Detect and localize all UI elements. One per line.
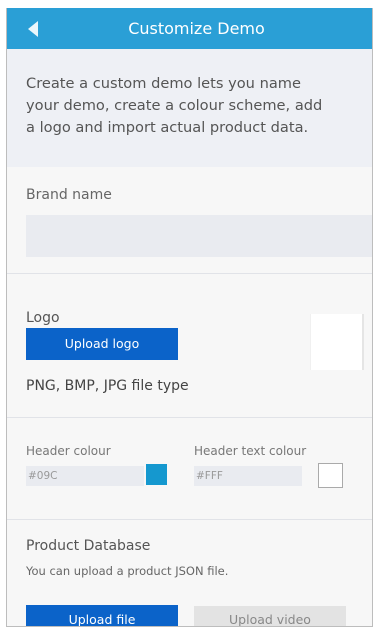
upload-logo-button[interactable]: Upload logo bbox=[26, 328, 178, 360]
intro-line-2: your demo, create a colour scheme, add bbox=[26, 97, 323, 114]
product-database-title: Product Database bbox=[26, 538, 151, 554]
header-colour-field[interactable]: #09C bbox=[26, 466, 144, 486]
header-colour-swatch[interactable] bbox=[146, 464, 167, 485]
intro-text: Create a custom demo lets you name your … bbox=[7, 49, 372, 167]
brand-name-input[interactable] bbox=[26, 215, 372, 257]
logo-label: Logo bbox=[26, 310, 60, 326]
colour-section: Header colour #09C Header text colour #F… bbox=[7, 418, 372, 519]
header-text-colour-field[interactable]: #FFF bbox=[194, 466, 302, 486]
app-frame: Customize Demo Create a custom demo lets… bbox=[6, 8, 373, 627]
logo-preview bbox=[310, 314, 362, 370]
brand-section: Brand name bbox=[7, 167, 372, 273]
brand-name-label: Brand name bbox=[26, 187, 112, 203]
upload-file-button[interactable]: Upload file bbox=[26, 605, 178, 626]
upload-video-button[interactable]: Upload video bbox=[194, 606, 346, 626]
logo-preview-border bbox=[362, 314, 364, 370]
header-text-colour-label: Header text colour bbox=[194, 444, 307, 458]
header-text-colour-swatch[interactable] bbox=[318, 463, 343, 488]
app-header: Customize Demo bbox=[7, 8, 372, 49]
header-colour-label: Header colour bbox=[26, 444, 111, 458]
logo-section: Logo Upload logo PNG, BMP, JPG file type bbox=[7, 274, 372, 417]
logo-file-types: PNG, BMP, JPG file type bbox=[26, 378, 189, 394]
product-database-subtitle: You can upload a product JSON file. bbox=[26, 564, 229, 578]
page-title: Customize Demo bbox=[128, 19, 265, 38]
product-database-section: Product Database You can upload a produc… bbox=[7, 520, 372, 626]
intro-line-3: a logo and import actual product data. bbox=[26, 119, 309, 136]
intro-line-1: Create a custom demo lets you name bbox=[26, 75, 301, 92]
